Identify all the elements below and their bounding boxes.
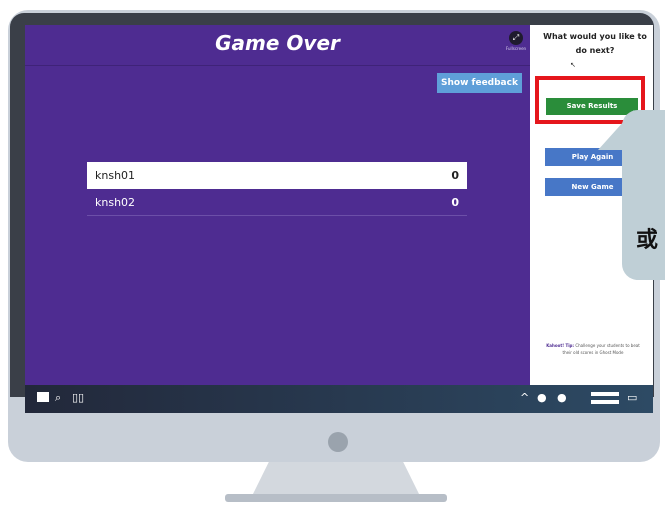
- tip-label: Kahoot! Tip:: [546, 343, 575, 348]
- page-title: Game Over: [215, 31, 340, 55]
- search-icon[interactable]: ⌕: [55, 391, 61, 405]
- chat-icon[interactable]: ▭: [627, 391, 637, 405]
- game-panel: Game Over ⤢ Fullscreen Show feedback kns…: [25, 25, 530, 385]
- windows-icon[interactable]: [37, 391, 49, 407]
- next-question: What would you like to do next?: [543, 32, 647, 55]
- tip-body: Challenge your students to beat their ol…: [562, 343, 640, 355]
- monitor-base: [225, 494, 447, 502]
- player-name: knsh02: [95, 195, 136, 209]
- monitor-logo: [328, 432, 348, 452]
- chevron-up-icon[interactable]: ^: [520, 391, 529, 405]
- player-name: knsh01: [95, 169, 136, 182]
- tip-text: Kahoot! Tip: Challenge your students to …: [541, 342, 645, 356]
- player-score: 0: [451, 169, 459, 182]
- circle-icon[interactable]: ●: [557, 391, 567, 405]
- menu-icon[interactable]: [591, 391, 619, 409]
- show-feedback-button[interactable]: Show feedback: [437, 73, 522, 93]
- table-row: knsh01 0: [87, 162, 467, 189]
- score-table: knsh01 0 knsh02 0: [87, 162, 467, 216]
- fullscreen-icon: ⤢: [509, 31, 523, 45]
- callout-text: 或: [636, 228, 659, 253]
- fullscreen-label: Fullscreen: [505, 46, 527, 51]
- mouse-cursor-icon: ↖: [570, 61, 576, 69]
- game-header: Game Over ⤢ Fullscreen: [25, 25, 530, 66]
- callout-bubble: [622, 110, 665, 280]
- table-row: knsh02 0: [87, 189, 467, 216]
- task-view-icon[interactable]: ▯▯: [72, 391, 84, 405]
- save-results-button[interactable]: Save Results: [546, 98, 638, 115]
- player-score: 0: [451, 195, 459, 209]
- circle-icon[interactable]: ●: [537, 391, 547, 405]
- monitor-stand: [252, 462, 420, 496]
- taskbar: ⌕ ▯▯ ^ ● ● ▭: [25, 385, 653, 413]
- app-screen: Game Over ⤢ Fullscreen Show feedback kns…: [25, 25, 653, 385]
- fullscreen-button[interactable]: ⤢ Fullscreen: [503, 31, 529, 59]
